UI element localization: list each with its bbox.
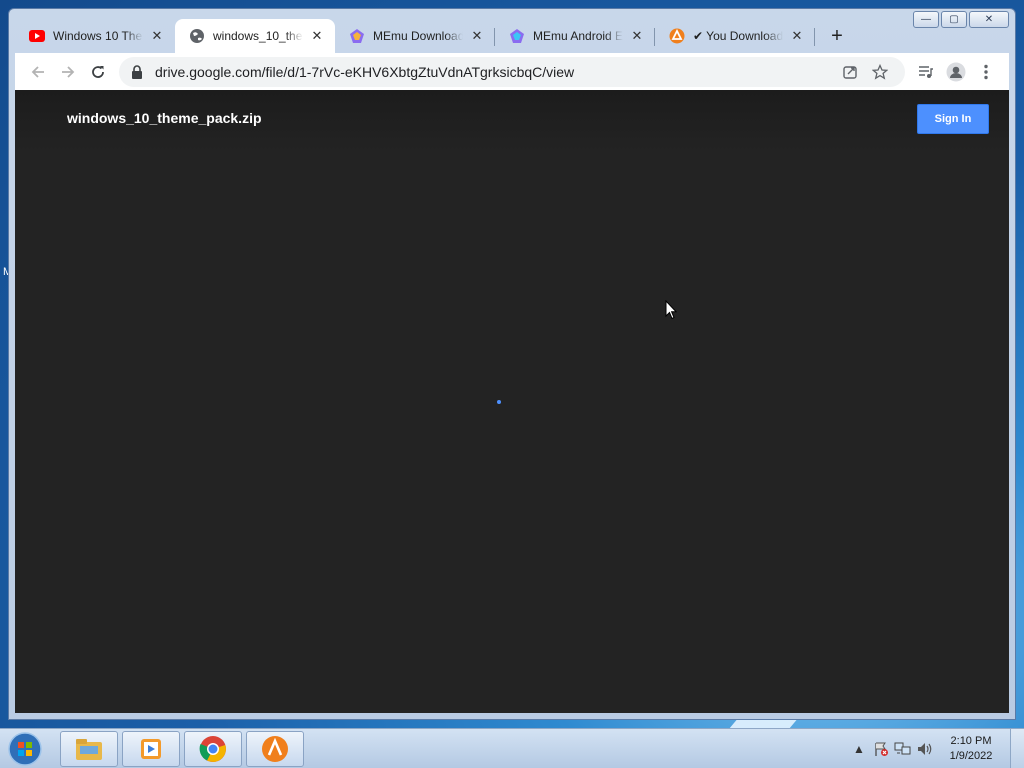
lock-icon[interactable] xyxy=(129,64,145,80)
file-name: windows_10_theme_pack.zip xyxy=(67,110,262,126)
address-bar[interactable]: drive.google.com/file/d/1-7rVc-eKHV6Xbtg… xyxy=(119,56,905,87)
bookmark-star-icon[interactable] xyxy=(865,57,895,87)
taskbar-avast[interactable] xyxy=(246,731,304,767)
tab-title: MEmu Download xyxy=(373,29,463,43)
start-button[interactable] xyxy=(6,731,44,767)
kebab-menu-icon xyxy=(984,64,988,79)
action-center-flag-icon[interactable] xyxy=(870,738,892,760)
loading-spinner-icon xyxy=(497,400,501,404)
show-desktop-button[interactable] xyxy=(1010,729,1024,768)
volume-icon[interactable] xyxy=(914,738,936,760)
tab-title: ✔ You Download xyxy=(693,29,783,43)
youtube-icon xyxy=(29,28,45,44)
folder-icon xyxy=(76,739,102,760)
taskbar-explorer[interactable] xyxy=(60,731,118,767)
tab-you-download[interactable]: ✔ You Download ✕ xyxy=(655,19,815,53)
tab-close-icon[interactable]: ✕ xyxy=(789,28,805,44)
chrome-icon xyxy=(199,736,226,762)
sign-in-button[interactable]: Sign In xyxy=(917,104,989,134)
new-tab-button[interactable]: + xyxy=(823,22,851,50)
url-text[interactable]: drive.google.com/file/d/1-7rVc-eKHV6Xbtg… xyxy=(155,64,835,80)
tab-title: Windows 10 Them xyxy=(53,29,143,43)
tab-memu-android-emulator[interactable]: MEmu Android Em ✕ xyxy=(495,19,655,53)
avast-icon xyxy=(669,28,685,44)
arrow-right-icon xyxy=(62,65,75,78)
browser-window: — ▢ ✕ Windows 10 Them ✕ windows_10_them … xyxy=(8,8,1016,720)
tab-title: windows_10_them xyxy=(213,29,303,43)
tab-close-icon[interactable]: ✕ xyxy=(629,28,645,44)
reading-list-button[interactable] xyxy=(911,57,941,87)
reload-icon xyxy=(92,65,104,78)
back-button[interactable] xyxy=(23,57,53,87)
show-hidden-icons-chevron-icon[interactable]: ▲ xyxy=(848,738,870,760)
tab-close-icon[interactable]: ✕ xyxy=(309,28,325,44)
clock-date: 1/9/2022 xyxy=(949,750,993,762)
browser-toolbar: drive.google.com/file/d/1-7rVc-eKHV6Xbtg… xyxy=(15,53,1009,90)
tab-close-icon[interactable]: ✕ xyxy=(469,28,485,44)
profile-button[interactable] xyxy=(941,57,971,87)
tab-separator xyxy=(814,28,815,46)
viewer-header: windows_10_theme_pack.zip Sign In xyxy=(15,90,1009,152)
media-list-icon xyxy=(919,65,933,78)
avatar-icon xyxy=(946,62,966,81)
tab-close-icon[interactable]: ✕ xyxy=(149,28,165,44)
forward-button[interactable] xyxy=(53,57,83,87)
share-icon[interactable] xyxy=(835,57,865,87)
taskbar: ▲ 2:10 PM 1/9/2022 xyxy=(0,728,1024,768)
arrow-left-icon xyxy=(31,65,44,78)
tab-memu-download[interactable]: MEmu Download ✕ xyxy=(335,19,495,53)
menu-button[interactable] xyxy=(971,57,1001,87)
tab-windows-10-themes-youtube[interactable]: Windows 10 Them ✕ xyxy=(15,19,175,53)
avast-icon xyxy=(262,736,288,762)
tab-title: MEmu Android Em xyxy=(533,29,623,43)
taskbar-media-player[interactable] xyxy=(122,731,180,767)
clock-time: 2:10 PM xyxy=(950,735,992,747)
windows-logo-icon xyxy=(8,732,42,766)
tab-windows-10-theme-pack[interactable]: windows_10_them ✕ xyxy=(175,19,335,53)
mouse-pointer-icon xyxy=(665,300,677,320)
taskbar-clock[interactable]: 2:10 PM 1/9/2022 xyxy=(936,734,1006,764)
system-tray: ▲ 2:10 PM 1/9/2022 xyxy=(848,729,1024,768)
memu-icon xyxy=(349,28,365,44)
taskbar-chrome[interactable] xyxy=(184,731,242,767)
memu-icon xyxy=(509,28,525,44)
network-icon[interactable] xyxy=(892,738,914,760)
reload-button[interactable] xyxy=(83,57,113,87)
drive-viewer-page: windows_10_theme_pack.zip Sign In xyxy=(15,90,1009,713)
media-player-icon xyxy=(141,739,161,759)
tab-strip: Windows 10 Them ✕ windows_10_them ✕ MEmu… xyxy=(15,19,1009,53)
globe-icon xyxy=(189,28,205,44)
